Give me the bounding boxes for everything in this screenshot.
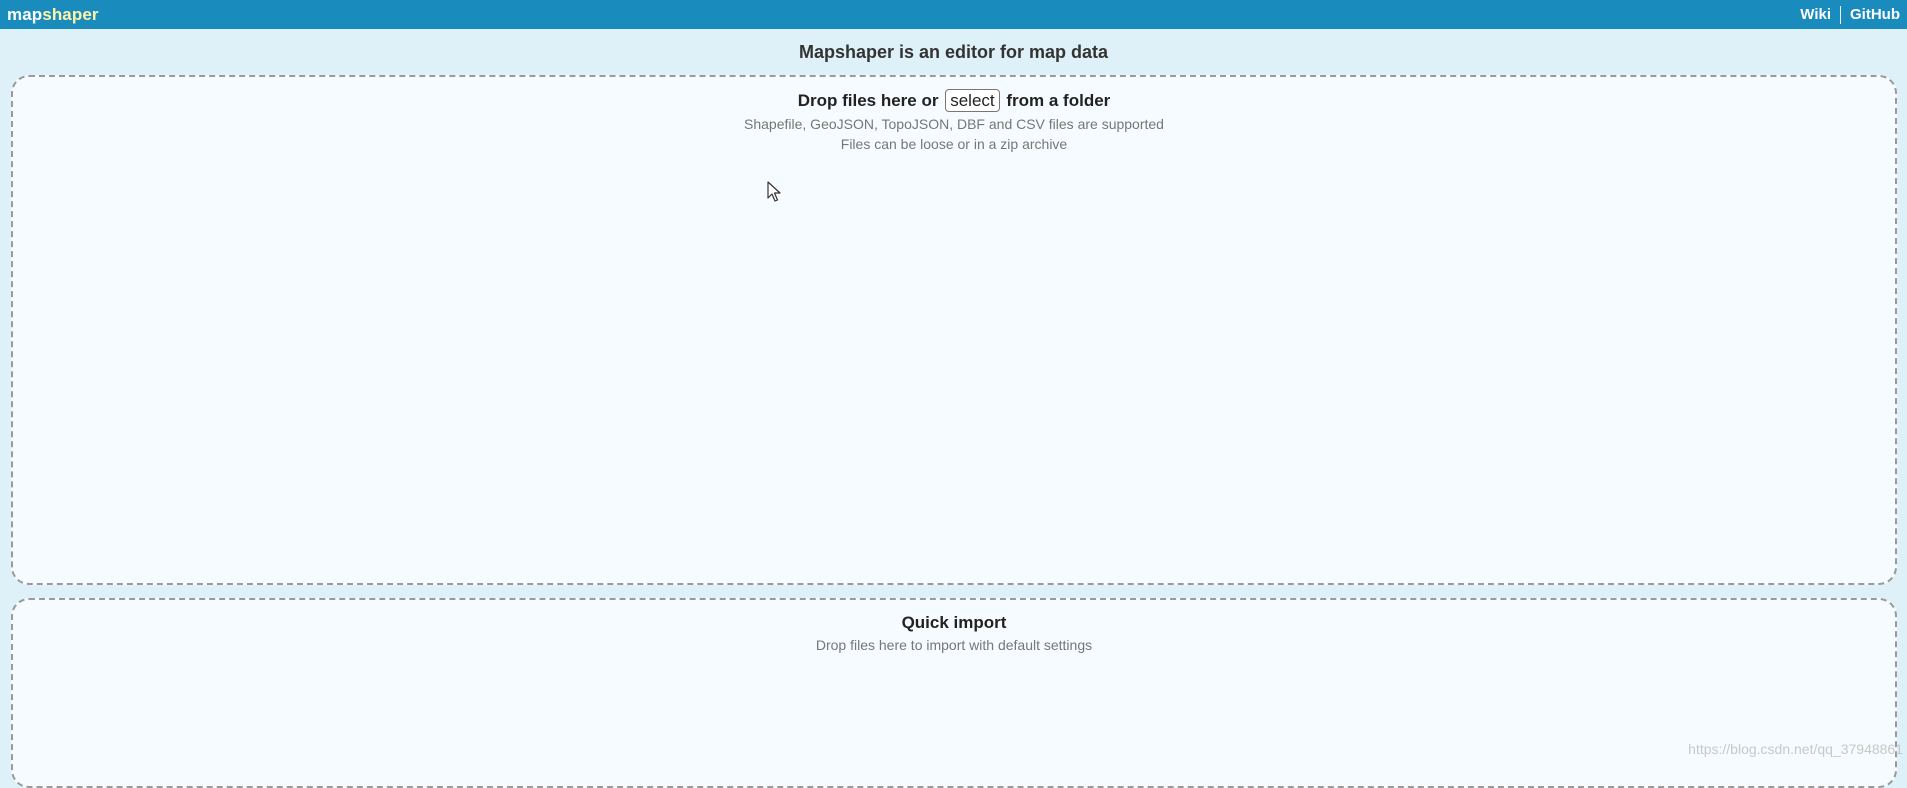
logo-text-map: map [7, 5, 43, 24]
app-logo[interactable]: mapshaper [7, 0, 99, 29]
drop-zone-title-start: Drop files here or [797, 91, 939, 110]
link-divider [1840, 5, 1841, 24]
wiki-link[interactable]: Wiki [1800, 6, 1831, 23]
supported-formats-text: Shapefile, GeoJSON, TopoJSON, DBF and CS… [744, 116, 1164, 132]
github-link[interactable]: GitHub [1850, 6, 1900, 23]
zip-archive-hint: Files can be loose or in a zip archive [840, 136, 1068, 152]
mouse-pointer-icon [767, 181, 781, 202]
quick-import-zone[interactable]: Quick import Drop files here to import w… [11, 598, 1897, 788]
quick-import-subtitle: Drop files here to import with default s… [815, 637, 1093, 653]
logo-text-shaper: shaper [42, 5, 99, 24]
drop-zone-title-end: from a folder [1006, 91, 1111, 110]
quick-import-title: Quick import [901, 613, 1007, 632]
watermark-text: https://blog.csdn.net/qq_37948861 [1688, 741, 1903, 757]
page-headline: Mapshaper is an editor for map data [798, 42, 1109, 62]
select-files-button[interactable]: select [945, 89, 1000, 112]
top-links: Wiki GitHub [1800, 5, 1900, 24]
file-drop-zone[interactable]: Drop files here or select from a folder … [11, 75, 1897, 585]
top-bar: mapshaper Wiki GitHub [0, 0, 1907, 29]
drop-zone-title: Drop files here or select from a folder [13, 89, 1895, 112]
